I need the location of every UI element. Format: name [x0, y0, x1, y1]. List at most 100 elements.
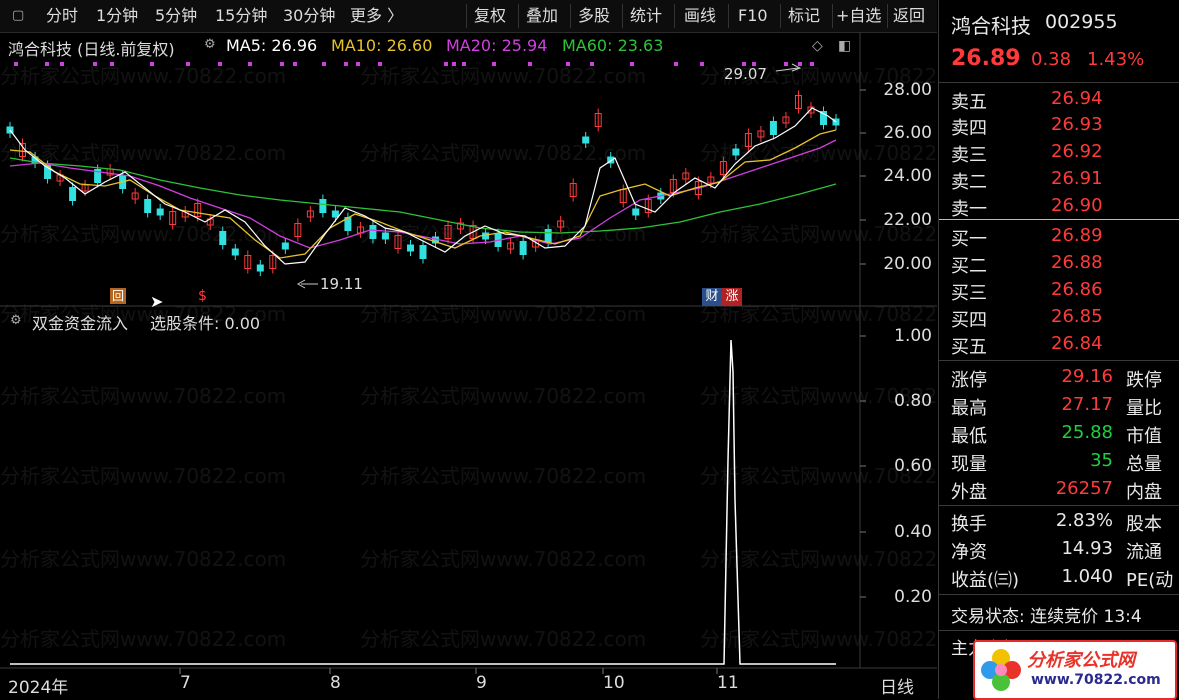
- stat-label: 流通: [1126, 542, 1162, 563]
- period-label[interactable]: 日线: [880, 673, 914, 698]
- marker-cai[interactable]: 财: [702, 288, 722, 306]
- signal-dot: [452, 62, 456, 66]
- stat-label: 收益(㈢): [951, 570, 1020, 591]
- candle-body: [419, 245, 427, 259]
- ask-price: 26.93: [1051, 114, 1103, 135]
- candle-body: [144, 199, 152, 213]
- stat-value: 26257: [1055, 478, 1113, 499]
- candle-body: [544, 229, 552, 243]
- ask-label: 卖一: [951, 199, 987, 220]
- bid-price: 26.86: [1051, 279, 1103, 300]
- bid-price: 26.85: [1051, 306, 1103, 327]
- candle-body: [582, 136, 590, 144]
- candle-body: [732, 148, 740, 156]
- signal-dot: [528, 62, 532, 66]
- signal-dot: [590, 62, 594, 66]
- marker-zhang[interactable]: 涨: [722, 288, 742, 306]
- ask-label: 卖四: [951, 118, 987, 139]
- bid-label: 买四: [951, 310, 987, 331]
- ma60-label: MA60: 23.63: [562, 36, 664, 55]
- signal-dot: [784, 62, 788, 66]
- y-tick-label: 22.00: [883, 210, 932, 230]
- indicator-line: [10, 339, 836, 665]
- candle-body: [331, 210, 339, 218]
- signal-dot: [700, 62, 704, 66]
- chart-title: 鸿合科技 (日线.前复权): [8, 40, 175, 59]
- indicator-settings-icon[interactable]: ⚙: [10, 313, 22, 328]
- candle-body: [632, 208, 640, 216]
- ma5-line: [9, 107, 837, 265]
- candle-body: [769, 121, 777, 135]
- ma20-label: MA20: 25.94: [446, 36, 548, 55]
- marker-dollar[interactable]: $: [198, 288, 207, 304]
- signal-dot: [150, 62, 154, 66]
- mouse-cursor-icon: ➤: [150, 292, 164, 311]
- signal-dot: [280, 62, 284, 66]
- signal-dot: [322, 62, 326, 66]
- candle-body: [369, 225, 377, 239]
- stat-value: 35: [1090, 450, 1113, 471]
- ma5-label: MA5: 26.96: [226, 36, 318, 55]
- candle-body: [231, 248, 239, 256]
- stat-label: 股本: [1126, 514, 1162, 535]
- bid-price: 26.88: [1051, 252, 1103, 273]
- candle-body: [406, 244, 414, 252]
- signal-dot: [810, 62, 814, 66]
- quote-panel: 鸿合科技 002955 26.89 0.38 1.43% 卖五 26.94 卖四…: [938, 0, 1179, 700]
- bid-price: 26.84: [1051, 333, 1103, 354]
- candlestick-chart[interactable]: [0, 0, 937, 699]
- candle-body: [519, 241, 527, 255]
- indicator-condition: 选股条件: 0.00: [150, 314, 261, 333]
- bid-price: 26.89: [1051, 225, 1103, 246]
- x-tick-label: 7: [180, 673, 191, 693]
- stock-name: 鸿合科技: [951, 14, 1031, 38]
- stat-label: 最高: [951, 398, 987, 419]
- ma20-line: [9, 139, 837, 249]
- candle-body: [281, 242, 289, 250]
- signal-dots: [14, 62, 814, 66]
- ask-label: 卖三: [951, 145, 987, 166]
- high-annotation: 29.07: [724, 65, 767, 83]
- stat-label: 最低: [951, 426, 987, 447]
- stat-label: 市值: [1126, 426, 1162, 447]
- signal-dot: [186, 62, 190, 66]
- stat-label: PE(动: [1126, 570, 1174, 591]
- signal-dot: [492, 62, 496, 66]
- last-price: 26.89: [951, 46, 1021, 71]
- signal-dot: [293, 62, 297, 66]
- stat-label: 内盘: [1126, 482, 1162, 503]
- ask-price: 26.90: [1051, 195, 1103, 216]
- stat-value: 14.93: [1061, 538, 1113, 559]
- ma60-line: [9, 157, 837, 234]
- candle-body: [381, 232, 389, 240]
- logo-title: 分析家公式网: [1027, 650, 1135, 671]
- marker-hui[interactable]: 回: [110, 288, 126, 304]
- stat-value: 1.040: [1061, 566, 1113, 587]
- signal-dot: [674, 62, 678, 66]
- candle-body: [156, 208, 164, 216]
- signal-dot: [356, 62, 360, 66]
- settings-icon[interactable]: ⚙: [204, 37, 216, 52]
- x-tick-label: 8: [330, 673, 341, 693]
- signal-dot: [14, 62, 18, 66]
- stat-label: 外盘: [951, 482, 987, 503]
- stat-label: 换手: [951, 514, 987, 535]
- bid-label: 买三: [951, 283, 987, 304]
- stat-value: 25.88: [1061, 422, 1113, 443]
- ask-price: 26.91: [1051, 168, 1103, 189]
- ask-price: 26.94: [1051, 88, 1103, 109]
- diamond-icon[interactable]: ◇: [812, 38, 823, 54]
- ind-y-tick-label: 0.80: [894, 391, 932, 411]
- stock-code: 002955: [1045, 11, 1118, 33]
- stat-value: 2.83%: [1055, 510, 1113, 531]
- indicator-title: 双金资金流入: [32, 314, 129, 333]
- x-tick-label: 11: [717, 673, 739, 693]
- candle-body: [256, 264, 264, 272]
- y-tick-label: 26.00: [883, 123, 932, 143]
- ind-y-tick-label: 0.20: [894, 587, 932, 607]
- stat-label: 总量: [1126, 454, 1162, 475]
- layout-icon[interactable]: ◧: [838, 38, 851, 54]
- signal-dot: [218, 62, 222, 66]
- ind-y-tick-label: 0.40: [894, 522, 932, 542]
- signal-dot: [462, 62, 466, 66]
